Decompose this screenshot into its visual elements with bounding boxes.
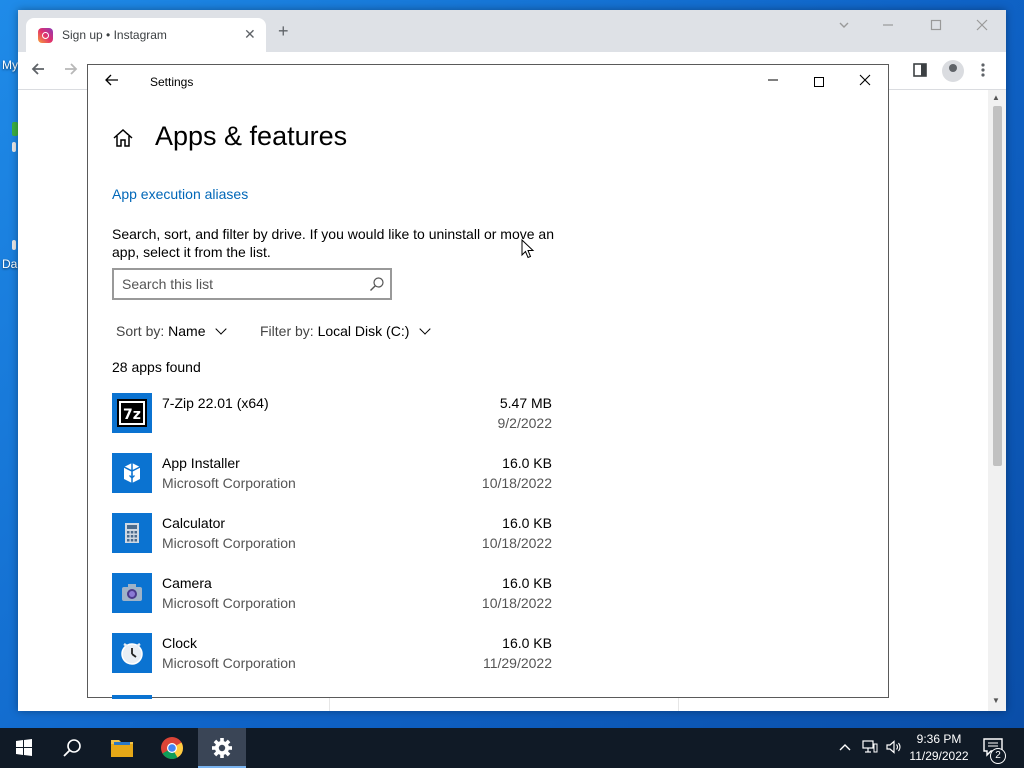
filter-value: Local Disk (C:): [317, 323, 410, 339]
filter-dropdown[interactable]: Filter by: Local Disk (C:): [260, 323, 431, 339]
app-date: 10/18/2022: [481, 475, 552, 491]
app-execution-aliases-link[interactable]: App execution aliases: [112, 186, 248, 202]
tab-close-icon[interactable]: ✕: [244, 26, 256, 43]
app-size: 16.0 KB: [502, 455, 552, 471]
back-arrow-icon[interactable]: [30, 61, 46, 82]
chevron-down-icon: [419, 323, 431, 335]
notification-count-badge: 2: [990, 748, 1006, 764]
app-size: 5.47 MB: [499, 395, 552, 411]
forward-arrow-icon[interactable]: [63, 61, 79, 82]
sort-dropdown[interactable]: Sort by: Name: [116, 323, 228, 339]
app-name: Calculator: [162, 515, 226, 531]
app-publisher: Microsoft Corporation: [162, 595, 296, 611]
camera-icon: [112, 573, 152, 613]
browser-close-icon[interactable]: [976, 18, 988, 34]
app-name: App Installer: [162, 455, 240, 471]
app-name: Clock: [162, 635, 198, 651]
app-row-clock[interactable]: Clock Microsoft Corporation 16.0 KB 11/2…: [112, 633, 552, 679]
app-size: 16.0 KB: [502, 515, 552, 531]
profile-avatar-icon[interactable]: [942, 60, 964, 82]
side-panel-icon[interactable]: [913, 63, 927, 82]
browser-menu-icon[interactable]: [980, 62, 986, 83]
browser-tabstrip: Sign up • Instagram ✕ +: [18, 10, 1006, 52]
desktop-label-top: My: [2, 58, 18, 72]
start-button[interactable]: [0, 728, 48, 768]
tab-title: Sign up • Instagram: [62, 28, 167, 42]
settings-back-icon[interactable]: [104, 72, 120, 93]
browser-tab[interactable]: Sign up • Instagram ✕: [26, 18, 266, 52]
settings-window: Settings Apps & features App execution a…: [87, 64, 889, 699]
app-publisher: Microsoft Corporation: [162, 475, 296, 491]
mouse-cursor-icon: [521, 238, 535, 259]
settings-titlebar: Settings: [88, 65, 888, 99]
clock-date: 11/29/2022: [909, 749, 969, 763]
page-title: Apps & features: [155, 121, 348, 151]
desktop-label-bottom: Da: [2, 257, 18, 271]
app-publisher: Microsoft Corporation: [162, 655, 296, 671]
settings-maximize-icon[interactable]: [796, 70, 842, 94]
chrome-icon[interactable]: [148, 728, 196, 768]
app-tile-partial: [112, 695, 152, 699]
apps-count: 28 apps found: [112, 359, 201, 375]
app-date: 10/18/2022: [481, 595, 552, 611]
search-box[interactable]: [112, 268, 392, 300]
sort-label: Sort by:: [116, 323, 165, 339]
browser-minimize-icon[interactable]: [882, 18, 894, 34]
taskbar: 9:36 PM 11/29/2022 2: [0, 728, 1024, 768]
app-installer-icon: [112, 453, 152, 493]
filter-label: Filter by:: [260, 323, 314, 339]
app-name: Camera: [162, 575, 212, 591]
settings-window-title: Settings: [150, 75, 194, 89]
desktop-icon-edge-2: [12, 240, 16, 250]
svg-text:7z: 7z: [123, 407, 141, 423]
instagram-icon: [38, 28, 53, 43]
chevron-down-icon: [215, 323, 228, 335]
app-row-app-installer[interactable]: App Installer Microsoft Corporation 16.0…: [112, 453, 552, 499]
app-row-7zip[interactable]: 7z 7-Zip 22.01 (x64) 5.47 MB 9/2/2022: [112, 393, 552, 439]
app-size: 16.0 KB: [502, 575, 552, 591]
settings-close-icon[interactable]: [842, 70, 888, 94]
home-icon[interactable]: [112, 127, 134, 149]
search-icon[interactable]: [369, 276, 385, 292]
app-publisher: Microsoft Corporation: [162, 535, 296, 551]
calculator-icon: [112, 513, 152, 553]
app-row-camera[interactable]: Camera Microsoft Corporation 16.0 KB 10/…: [112, 573, 552, 619]
settings-minimize-icon[interactable]: [750, 70, 796, 94]
scroll-thumb[interactable]: [993, 106, 1002, 466]
network-icon[interactable]: [862, 740, 878, 757]
show-hidden-icons-icon[interactable]: [838, 740, 852, 757]
sort-value: Name: [168, 323, 206, 339]
settings-gear-icon[interactable]: [198, 728, 246, 768]
scroll-down-icon[interactable]: ▼: [992, 696, 1000, 705]
clock-time: 9:36 PM: [916, 732, 962, 746]
app-row-calculator[interactable]: Calculator Microsoft Corporation 16.0 KB…: [112, 513, 552, 559]
app-date: 11/29/2022: [482, 655, 552, 671]
taskbar-search-icon[interactable]: [48, 728, 96, 768]
volume-icon[interactable]: [886, 740, 902, 757]
browser-scrollbar[interactable]: ▲ ▼: [988, 90, 1006, 711]
browser-maximize-icon[interactable]: [930, 18, 942, 34]
scroll-up-icon[interactable]: ▲: [992, 93, 1000, 102]
clock-icon: [112, 633, 152, 673]
taskbar-clock[interactable]: 9:36 PM 11/29/2022: [906, 731, 972, 765]
desktop-icon-edge: [12, 142, 16, 152]
app-date: 10/18/2022: [481, 535, 552, 551]
search-input[interactable]: [122, 275, 352, 293]
instructions-text: Search, sort, and filter by drive. If yo…: [112, 226, 554, 260]
app-name: 7-Zip 22.01 (x64): [162, 395, 269, 411]
app-size: 16.0 KB: [502, 635, 552, 651]
7zip-icon: 7z: [112, 393, 152, 433]
new-tab-button[interactable]: +: [278, 22, 289, 40]
file-explorer-icon[interactable]: [98, 728, 146, 768]
tab-search-icon[interactable]: [838, 18, 850, 34]
app-date: 9/2/2022: [497, 415, 553, 431]
